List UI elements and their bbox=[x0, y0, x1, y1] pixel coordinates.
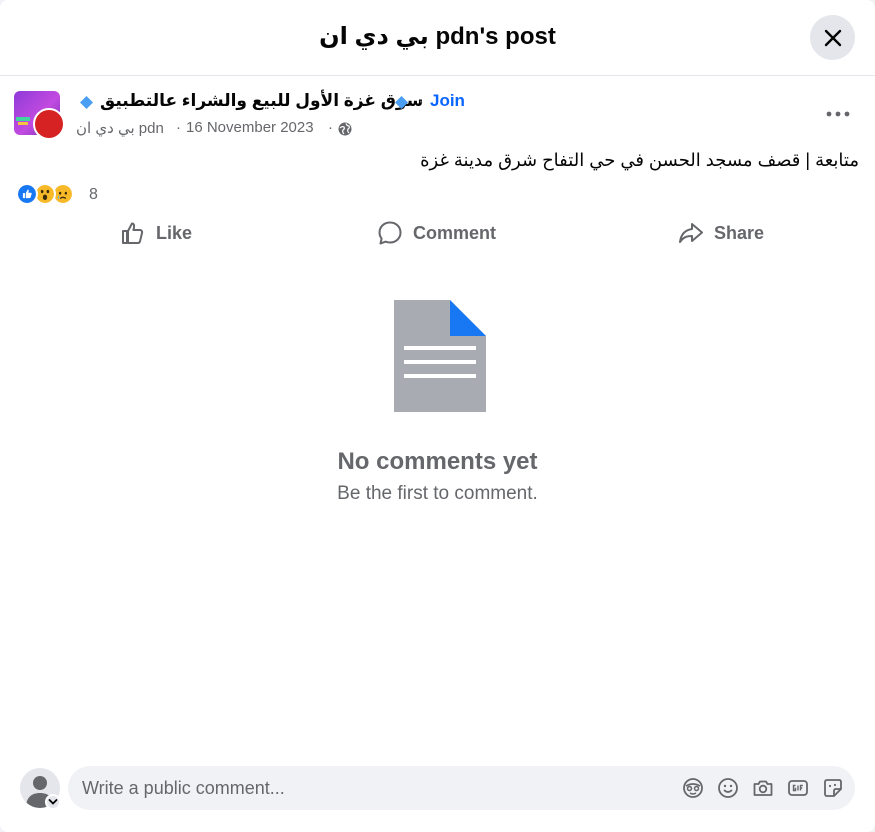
more-horizontal-icon bbox=[826, 111, 850, 117]
post-avatar-group[interactable] bbox=[14, 91, 66, 141]
post-meta-line: بي دي ان pdn · 16 November 2023 · bbox=[76, 119, 476, 139]
document-icon bbox=[394, 300, 486, 412]
comment-input-box bbox=[68, 766, 855, 810]
comment-input[interactable] bbox=[82, 766, 642, 810]
chevron-down-icon bbox=[48, 799, 58, 805]
avatar-sticker-button[interactable] bbox=[681, 776, 705, 800]
emoji-button[interactable] bbox=[716, 776, 740, 800]
like-reaction-icon bbox=[16, 183, 38, 205]
post-actions-bar: Like Comment Share bbox=[0, 214, 875, 252]
empty-comments-subtitle: Be the first to comment. bbox=[337, 483, 538, 504]
diamond-badge-icon bbox=[395, 96, 408, 109]
thumbs-up-icon bbox=[122, 222, 144, 244]
post-options-button[interactable] bbox=[822, 102, 854, 126]
comment-label: Comment bbox=[413, 222, 497, 243]
post-date-link[interactable]: 16 November 2023 bbox=[186, 119, 314, 136]
camera-button[interactable] bbox=[751, 776, 775, 800]
like-label: Like bbox=[156, 222, 193, 243]
dialog-title: بي دي ان pdn's post bbox=[319, 23, 556, 50]
comment-bubble-icon bbox=[378, 221, 402, 245]
emoji-icon bbox=[718, 778, 738, 798]
profile-switcher-button[interactable] bbox=[45, 794, 61, 810]
reaction-count: 8 bbox=[89, 186, 98, 203]
share-arrow-icon bbox=[679, 223, 703, 243]
gif-button[interactable] bbox=[786, 776, 810, 800]
separator-dot: · bbox=[418, 91, 424, 110]
post-header-line: سوق غزة الأول للبيع والشراء عالتطبيق · J… bbox=[76, 91, 776, 115]
empty-comments-title: No comments yet bbox=[337, 448, 538, 475]
dialog-header: بي دي ان pdn's post bbox=[0, 0, 875, 76]
join-group-link[interactable]: Join bbox=[430, 91, 465, 111]
post-dialog: بي دي ان pdn's post سوق غزة الأول للبيع … bbox=[0, 0, 875, 832]
avatar-decoration bbox=[18, 122, 28, 125]
globe-icon bbox=[338, 122, 352, 136]
avatar-decoration bbox=[16, 117, 30, 121]
diamond-badge-icon bbox=[80, 96, 93, 109]
close-icon bbox=[824, 29, 841, 46]
like-button[interactable]: Like bbox=[120, 218, 192, 248]
sticker-icon bbox=[824, 779, 842, 797]
separator-dot: · bbox=[176, 119, 181, 136]
share-label: Share bbox=[714, 222, 765, 243]
avatar-sticker-icon bbox=[683, 778, 703, 798]
gif-icon bbox=[788, 780, 808, 796]
comment-composer bbox=[0, 756, 875, 832]
separator-dot: · bbox=[328, 119, 333, 136]
group-name-link[interactable]: سوق غزة الأول للبيع والشراء عالتطبيق bbox=[100, 91, 423, 111]
post-body-text: متابعة | قصف مسجد الحسن في حي التفاح شرق… bbox=[420, 150, 859, 170]
sticker-button[interactable] bbox=[821, 776, 845, 800]
camera-icon bbox=[753, 780, 773, 796]
close-button[interactable] bbox=[810, 15, 855, 60]
author-avatar[interactable] bbox=[33, 108, 65, 140]
share-button[interactable]: Share bbox=[678, 218, 764, 248]
author-name-link[interactable]: بي دي ان pdn bbox=[76, 119, 164, 137]
comment-button[interactable]: Comment bbox=[377, 218, 496, 248]
